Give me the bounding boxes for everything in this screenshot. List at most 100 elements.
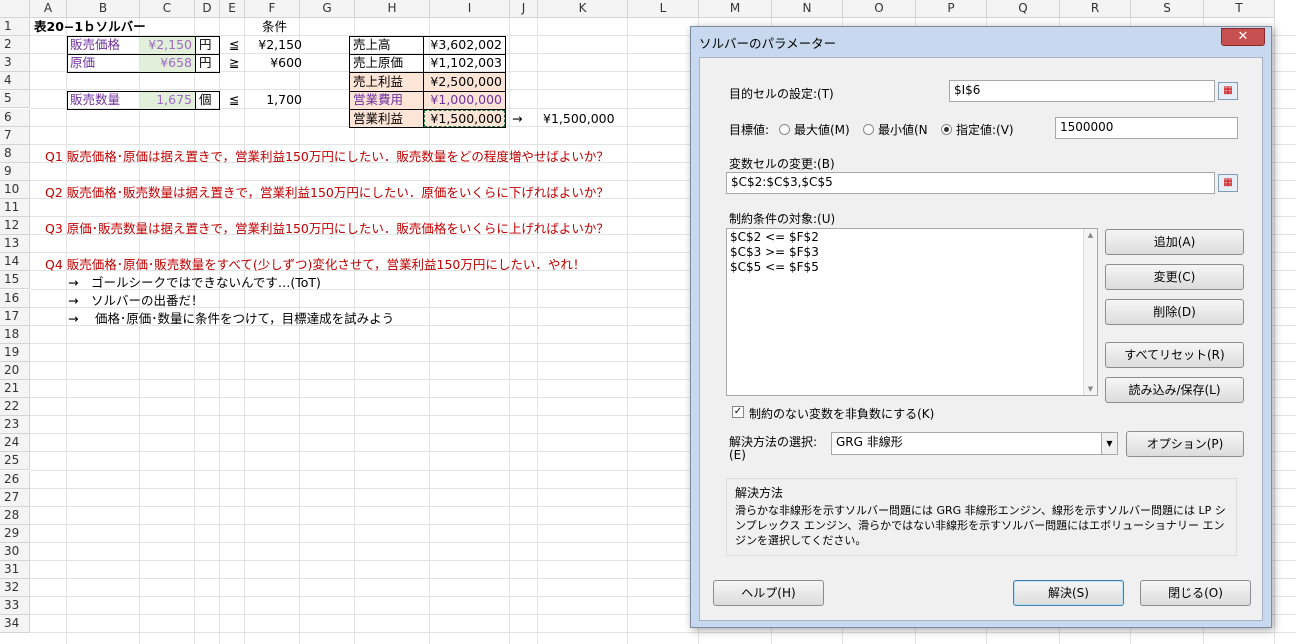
- select-all-corner[interactable]: [0, 0, 30, 18]
- question-2[interactable]: Q2 販売価格･販売数量は据え置きで，営業利益150万円にしたい．原価をいくらに…: [45, 184, 609, 202]
- column-header[interactable]: G: [300, 0, 355, 18]
- goal-value-input[interactable]: 1500000: [1055, 117, 1238, 139]
- range-select-icon[interactable]: ▦: [1218, 174, 1238, 192]
- cost-unit[interactable]: 円: [199, 54, 212, 72]
- summary-label-1[interactable]: 売上原価: [353, 54, 403, 72]
- note-16[interactable]: → ソルバーの出番だ！: [68, 292, 203, 310]
- column-header[interactable]: C: [140, 0, 195, 18]
- summary-value-1[interactable]: ¥1,102,003: [424, 54, 502, 72]
- scroll-up-icon[interactable]: ▲: [1084, 229, 1097, 241]
- row-header[interactable]: 27: [0, 488, 30, 507]
- price-op[interactable]: ≦: [229, 36, 239, 54]
- delete-button[interactable]: 削除(D): [1105, 299, 1244, 325]
- method-select[interactable]: GRG 非線形 ▼: [831, 432, 1118, 455]
- column-header[interactable]: K: [538, 0, 628, 18]
- constraint-item[interactable]: $C$5 <= $F$5: [730, 260, 1094, 275]
- row-header[interactable]: 16: [0, 289, 30, 308]
- row-header[interactable]: 32: [0, 579, 30, 598]
- radio-value[interactable]: 指定値:(V): [941, 121, 1014, 138]
- row-header[interactable]: 6: [0, 108, 30, 127]
- cost-label[interactable]: 原価: [70, 54, 95, 72]
- column-header[interactable]: R: [1060, 0, 1131, 18]
- scroll-down-icon[interactable]: ▼: [1084, 383, 1097, 395]
- condition-header[interactable]: 条件: [262, 18, 287, 36]
- column-header[interactable]: B: [67, 0, 140, 18]
- options-button[interactable]: オプション(P): [1126, 431, 1244, 457]
- column-header[interactable]: T: [1204, 0, 1275, 18]
- row-header[interactable]: 14: [0, 253, 30, 272]
- row-header[interactable]: 18: [0, 325, 30, 344]
- summary-value-3[interactable]: ¥1,000,000: [424, 91, 502, 109]
- column-header[interactable]: E: [220, 0, 245, 18]
- constraint-item[interactable]: $C$2 <= $F$2: [730, 230, 1094, 245]
- add-button[interactable]: 追加(A): [1105, 229, 1244, 255]
- row-header[interactable]: 2: [0, 36, 30, 55]
- row-header[interactable]: 5: [0, 90, 30, 109]
- column-header[interactable]: P: [916, 0, 987, 18]
- row-header[interactable]: 26: [0, 470, 30, 489]
- row-header[interactable]: 22: [0, 398, 30, 417]
- row-header[interactable]: 21: [0, 380, 30, 399]
- column-header[interactable]: M: [699, 0, 772, 18]
- row-header[interactable]: 31: [0, 561, 30, 580]
- cost-value[interactable]: ¥658: [140, 54, 192, 72]
- column-header[interactable]: J: [510, 0, 538, 18]
- variable-input[interactable]: $C$2:$C$3,$C$5: [726, 172, 1215, 194]
- column-header[interactable]: Q: [987, 0, 1060, 18]
- cost-op[interactable]: ≧: [229, 54, 239, 72]
- question-1[interactable]: Q1 販売価格･原価は据え置きで，営業利益150万円にしたい．販売数量をどの程度…: [45, 148, 609, 166]
- range-select-icon[interactable]: ▦: [1218, 82, 1238, 100]
- row-header[interactable]: 23: [0, 416, 30, 435]
- summary-value-2[interactable]: ¥2,500,000: [424, 73, 502, 91]
- row-header[interactable]: 34: [0, 615, 30, 634]
- reset-all-button[interactable]: すべてリセット(R): [1105, 342, 1244, 368]
- row-header[interactable]: 8: [0, 144, 30, 163]
- row-header[interactable]: 19: [0, 343, 30, 362]
- load-save-button[interactable]: 読み込み/保存(L): [1105, 377, 1244, 403]
- row-header[interactable]: 9: [0, 162, 30, 181]
- help-button[interactable]: ヘルプ(H): [713, 580, 824, 606]
- row-header[interactable]: 12: [0, 217, 30, 236]
- row-header[interactable]: 10: [0, 180, 30, 199]
- qty-unit[interactable]: 個: [199, 91, 212, 109]
- chevron-down-icon[interactable]: ▼: [1101, 433, 1117, 454]
- row-header[interactable]: 13: [0, 235, 30, 254]
- summary-value-4[interactable]: ¥1,500,000: [424, 110, 502, 128]
- summary-label-0[interactable]: 売上高: [353, 36, 391, 54]
- row-header[interactable]: 33: [0, 597, 30, 616]
- target-value[interactable]: ¥1,500,000: [543, 110, 615, 128]
- scrollbar[interactable]: ▲ ▼: [1083, 229, 1097, 395]
- price-cond[interactable]: ¥2,150: [246, 36, 302, 54]
- row-header[interactable]: 7: [0, 126, 30, 145]
- solve-button[interactable]: 解決(S): [1013, 580, 1124, 606]
- constraint-item[interactable]: $C$3 >= $F$3: [730, 245, 1094, 260]
- column-header[interactable]: N: [772, 0, 843, 18]
- close-dialog-button[interactable]: 閉じる(O): [1140, 580, 1251, 606]
- column-header[interactable]: F: [245, 0, 300, 18]
- column-header[interactable]: L: [628, 0, 699, 18]
- question-4[interactable]: Q4 販売価格･原価･販売数量をすべて(少しずつ)変化させて，営業利益150万円…: [45, 256, 585, 274]
- row-header[interactable]: 11: [0, 199, 30, 218]
- summary-value-0[interactable]: ¥3,602,002: [424, 36, 502, 54]
- row-header[interactable]: 17: [0, 307, 30, 326]
- column-header[interactable]: I: [430, 0, 510, 18]
- column-header[interactable]: O: [843, 0, 916, 18]
- radio-max[interactable]: 最大値(M): [779, 121, 850, 138]
- row-header[interactable]: 4: [0, 72, 30, 91]
- summary-label-3[interactable]: 営業費用: [353, 91, 403, 109]
- qty-op[interactable]: ≦: [229, 91, 239, 109]
- row-header[interactable]: 25: [0, 452, 30, 471]
- nonneg-label[interactable]: 制約のない変数を非負数にする(K): [749, 405, 934, 422]
- sheet-title[interactable]: 表20−1ｂソルバー: [34, 18, 146, 36]
- summary-label-4[interactable]: 営業利益: [353, 110, 403, 128]
- row-header[interactable]: 24: [0, 434, 30, 453]
- row-header[interactable]: 3: [0, 54, 30, 73]
- row-header[interactable]: 30: [0, 542, 30, 561]
- qty-cond[interactable]: 1,700: [246, 91, 302, 109]
- column-header[interactable]: S: [1131, 0, 1204, 18]
- column-header[interactable]: A: [30, 0, 67, 18]
- column-header[interactable]: D: [195, 0, 220, 18]
- summary-label-2[interactable]: 売上利益: [353, 73, 403, 91]
- row-header[interactable]: 1: [0, 18, 30, 37]
- price-label[interactable]: 販売価格: [70, 36, 120, 54]
